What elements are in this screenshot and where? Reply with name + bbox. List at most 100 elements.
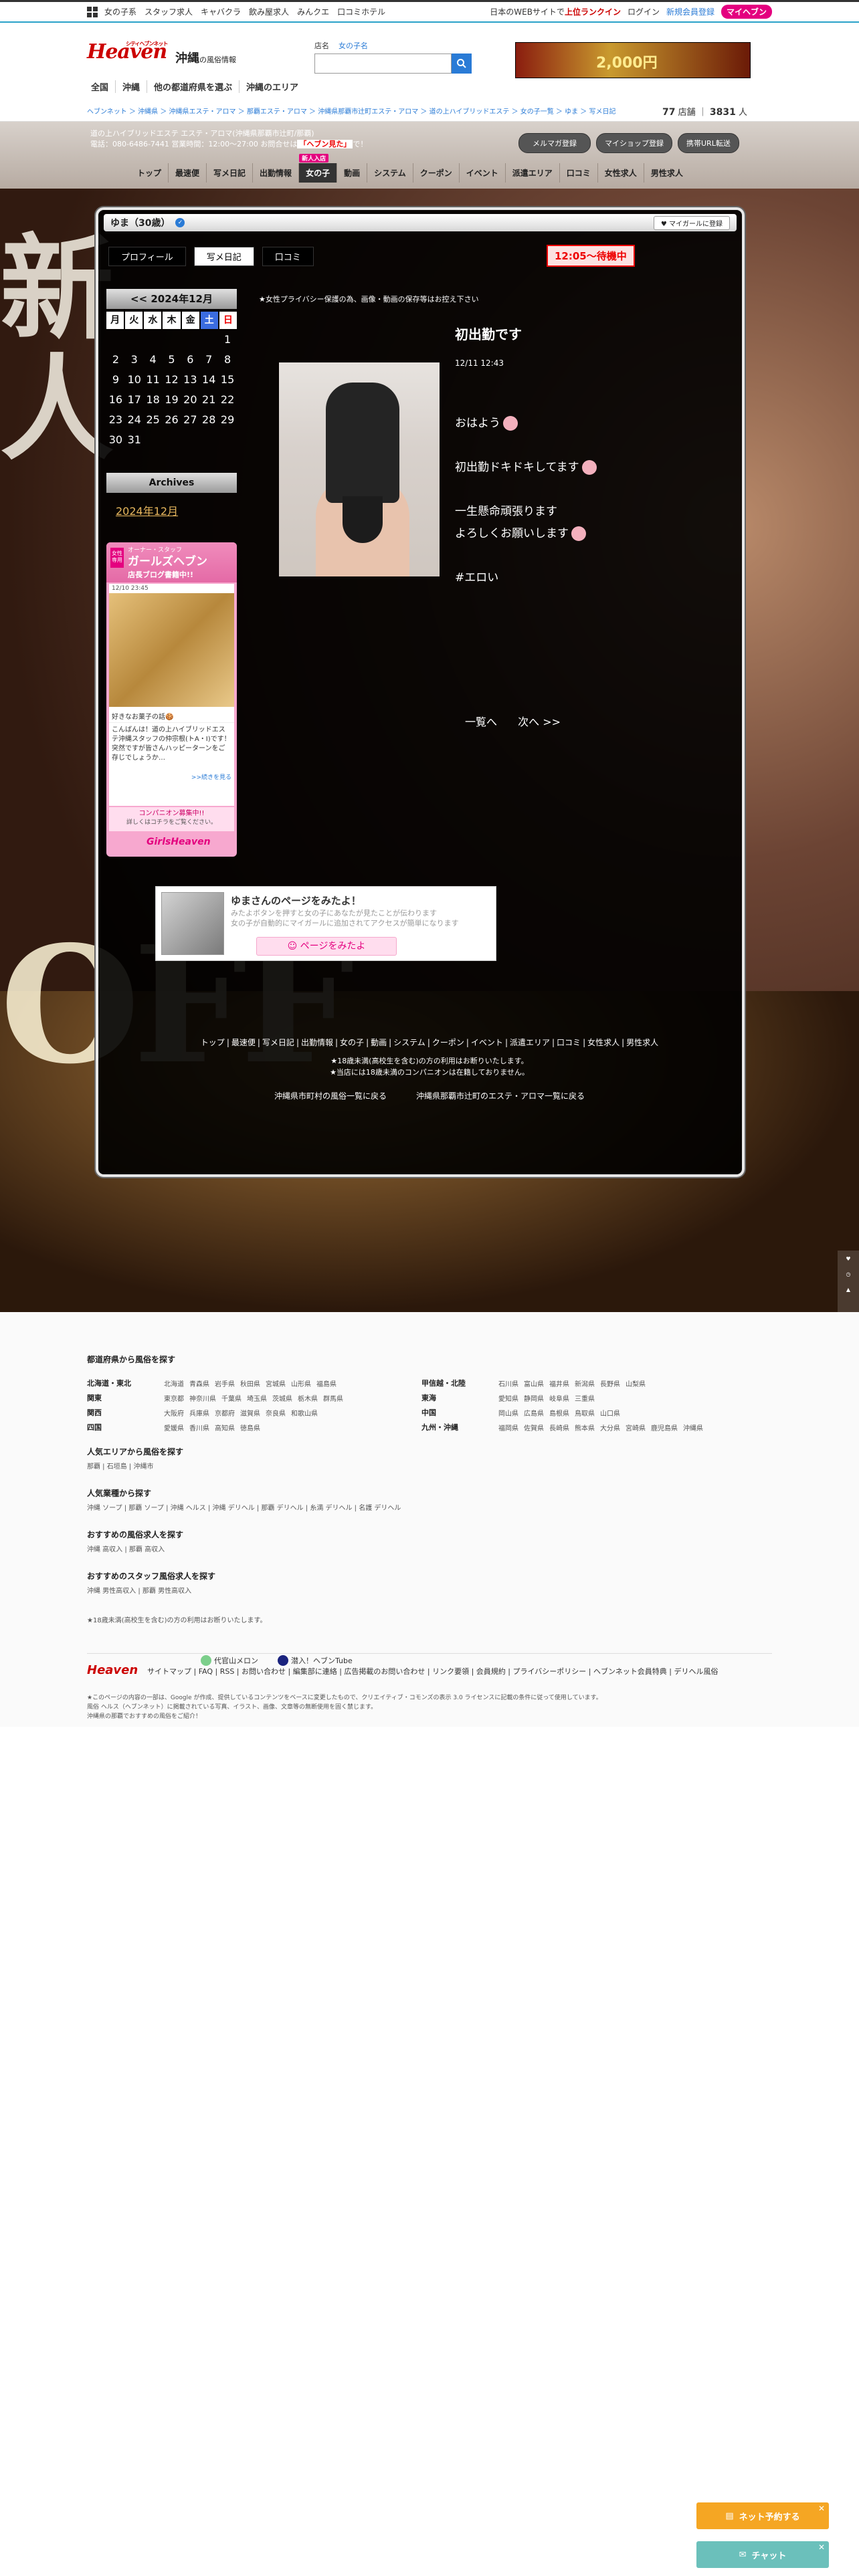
shop-nav-area[interactable]: 派遣エリア — [506, 163, 560, 183]
calendar-day[interactable]: 8 — [218, 353, 237, 368]
area-nav-item[interactable]: 沖縄のエリア — [240, 80, 305, 93]
prefecture-link[interactable]: 広島県 — [524, 1408, 544, 1418]
prefecture-link[interactable]: 岩手県 — [215, 1378, 235, 1388]
top-link[interactable]: みんクエ — [297, 7, 329, 17]
calendar-day[interactable]: 17 — [125, 393, 144, 408]
top-link[interactable]: キャバクラ — [201, 7, 241, 17]
calendar-day[interactable]: 10 — [125, 373, 144, 388]
calendar-day[interactable]: 11 — [144, 373, 163, 388]
login-link[interactable]: ログイン — [628, 6, 660, 17]
prefecture-link[interactable]: 東京都 — [164, 1393, 184, 1403]
grid-menu-icon[interactable] — [87, 6, 98, 17]
prefecture-link[interactable]: 三重県 — [575, 1393, 595, 1403]
footer-links[interactable]: 沖縄 ソープ | 那覇 ソープ | 沖縄 ヘルス | 沖縄 デリヘル | 那覇 … — [87, 1502, 401, 1512]
shop-nav-coupon[interactable]: クーポン — [413, 163, 460, 183]
shop-footer-link[interactable]: システム — [393, 1038, 425, 1047]
read-more-link[interactable]: >>続きを見る — [109, 772, 234, 781]
calendar-day[interactable]: 6 — [181, 353, 199, 368]
prefecture-link[interactable]: 京都府 — [215, 1408, 235, 1418]
prefecture-link[interactable]: 石川県 — [498, 1378, 518, 1388]
shop-footer-link[interactable]: クーポン — [432, 1038, 464, 1047]
prefecture-link[interactable]: 奈良県 — [266, 1408, 286, 1418]
post-photo[interactable] — [279, 362, 440, 576]
shop-footer-link[interactable]: 動画 — [371, 1038, 387, 1047]
calendar-day[interactable]: 4 — [144, 353, 163, 368]
widget-photo[interactable] — [109, 593, 234, 707]
shop-footer-link[interactable]: 口コミ — [557, 1038, 581, 1047]
close-icon[interactable]: ✕ — [818, 2504, 825, 2513]
prefecture-link[interactable]: 福島県 — [316, 1378, 337, 1388]
search-button[interactable] — [452, 53, 472, 74]
prefecture-link[interactable]: 熊本県 — [575, 1422, 595, 1432]
calendar-day[interactable]: 19 — [163, 393, 181, 408]
register-link[interactable]: 新規会員登録 — [666, 6, 714, 17]
tab-profile[interactable]: プロフィール — [108, 247, 186, 266]
shop-nav-fast[interactable]: 最速便 — [169, 163, 207, 183]
calendar-day[interactable]: 22 — [218, 393, 237, 408]
hashtag[interactable]: #エロい — [455, 567, 597, 589]
shop-footer-link[interactable]: 派遣エリア — [510, 1038, 550, 1047]
calendar-day[interactable]: 18 — [144, 393, 163, 408]
tab-review[interactable]: 口コミ — [262, 247, 314, 266]
prefecture-link[interactable]: 秋田県 — [240, 1378, 260, 1388]
shop-footer-link[interactable]: 女性求人 — [587, 1038, 619, 1047]
top-link[interactable]: スタッフ求人 — [145, 7, 193, 17]
prefecture-link[interactable]: 大分県 — [600, 1422, 620, 1432]
prefecture-link[interactable]: 山口県 — [600, 1408, 620, 1418]
shop-footer-link[interactable]: 最速便 — [231, 1038, 256, 1047]
next-link[interactable]: 次へ >> — [518, 716, 561, 728]
mobile-url-button[interactable]: 携帯URL転送 — [678, 133, 739, 153]
calendar-month[interactable]: << 2024年12月 — [106, 289, 237, 309]
prefecture-link[interactable]: 沖縄県 — [683, 1422, 703, 1432]
calendar-day[interactable]: 27 — [181, 413, 199, 428]
prefecture-link[interactable]: 愛媛県 — [164, 1422, 184, 1432]
calendar-day[interactable]: 16 — [106, 393, 125, 408]
footer-links[interactable]: 沖縄 高収入 | 那覇 高収入 — [87, 1543, 165, 1553]
shop-nav-male-jobs[interactable]: 男性求人 — [644, 163, 690, 183]
prefecture-link[interactable]: 鳥取県 — [575, 1408, 595, 1418]
calendar-day[interactable]: 5 — [163, 353, 181, 368]
prefecture-link[interactable]: 長野県 — [600, 1378, 620, 1388]
footer-logo[interactable]: Heaven — [87, 1663, 138, 1677]
calendar-day[interactable]: 25 — [144, 413, 163, 428]
prefecture-link[interactable]: 兵庫県 — [189, 1408, 209, 1418]
prefecture-link[interactable]: 岡山県 — [498, 1408, 518, 1418]
calendar-day[interactable]: 24 — [125, 413, 144, 428]
archive-link[interactable]: 2024年12月 — [116, 502, 237, 518]
prefecture-link[interactable]: 高知県 — [215, 1422, 235, 1432]
prefecture-link[interactable]: 和歌山県 — [291, 1408, 318, 1418]
calendar-day[interactable]: 14 — [199, 373, 218, 388]
shop-footer-link[interactable]: 出勤情報 — [301, 1038, 333, 1047]
prefecture-link[interactable]: 福岡県 — [498, 1422, 518, 1432]
calendar-day[interactable]: 12 — [163, 373, 181, 388]
shop-nav-event[interactable]: イベント — [460, 163, 506, 183]
shop-footer-link[interactable]: トップ — [201, 1038, 225, 1047]
shop-footer-link[interactable]: イベント — [471, 1038, 503, 1047]
shop-footer-link[interactable]: 女の子 — [340, 1038, 364, 1047]
calendar-day[interactable]: 7 — [199, 353, 218, 368]
net-reserve-button[interactable]: ▤ ネット予約する ✕ — [696, 2502, 829, 2529]
footer-links[interactable]: 沖縄 男性高収入 | 那覇 男性高収入 — [87, 1585, 191, 1595]
prefecture-link[interactable]: 北海道 — [164, 1378, 184, 1388]
melon-link[interactable]: 代官山メロン — [201, 1655, 258, 1666]
myheaven-button[interactable]: マイヘブン — [721, 5, 772, 19]
calendar-day[interactable]: 21 — [199, 393, 218, 408]
shop-nav-system[interactable]: システム — [367, 163, 413, 183]
prefecture-link[interactable]: 岐阜県 — [549, 1393, 569, 1403]
calendar-day[interactable]: 13 — [181, 373, 199, 388]
calendar-day[interactable]: 15 — [218, 373, 237, 388]
calendar-day[interactable]: 26 — [163, 413, 181, 428]
prefecture-link[interactable]: 宮崎県 — [626, 1422, 646, 1432]
heaven-logo[interactable]: シティヘブンネット Heaven — [87, 40, 174, 74]
top-link[interactable]: 女の子系 — [104, 7, 136, 17]
shop-nav-top[interactable]: トップ — [130, 163, 169, 183]
myshop-button[interactable]: マイショップ登録 — [596, 133, 672, 153]
calendar-day[interactable]: 3 — [125, 353, 144, 368]
prefecture-link[interactable]: 愛知県 — [498, 1393, 518, 1403]
add-mygirl-button[interactable]: ♥ マイガールに登録 — [653, 215, 730, 230]
prefecture-link[interactable]: 埼玉県 — [247, 1393, 267, 1403]
prefecture-link[interactable]: 静岡県 — [524, 1393, 544, 1403]
prefecture-link[interactable]: 新潟県 — [575, 1378, 595, 1388]
tab-diary[interactable]: 写メ日記 — [193, 247, 254, 266]
breadcrumb[interactable]: ヘブンネット ＞ 沖縄県 ＞ 沖縄県エステ・アロマ ＞ 那覇エステ・アロマ ＞ … — [87, 106, 615, 116]
